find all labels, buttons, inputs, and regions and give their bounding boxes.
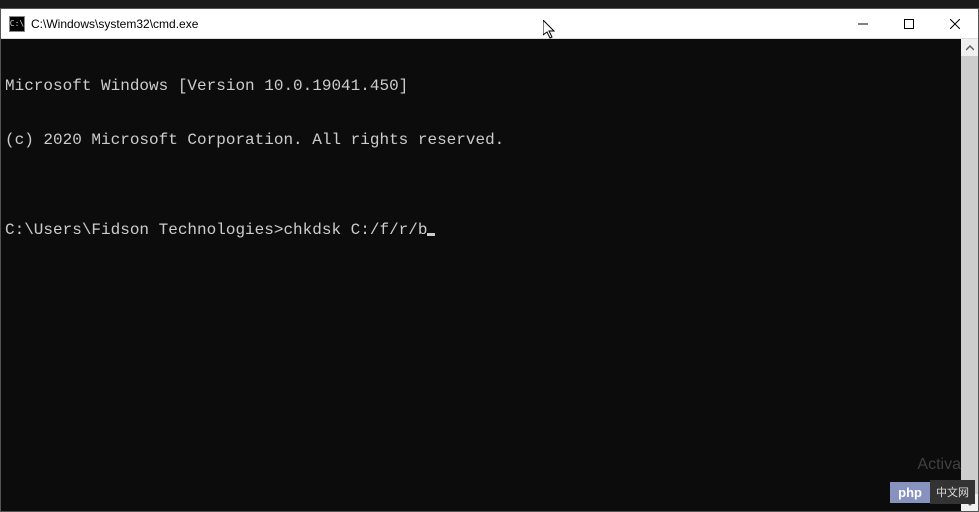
chevron-up-icon: [966, 44, 974, 52]
terminal-line: Microsoft Windows [Version 10.0.19041.45…: [5, 77, 957, 95]
prompt-line: C:\Users\Fidson Technologies>chkdsk C:/f…: [5, 221, 957, 239]
minimize-icon: [858, 19, 868, 29]
scroll-up-button[interactable]: [961, 39, 978, 56]
minimize-button[interactable]: [840, 9, 886, 38]
scroll-thumb[interactable]: [961, 56, 978, 494]
text-cursor: [427, 233, 435, 236]
terminal-line: (c) 2020 Microsoft Corporation. All righ…: [5, 131, 957, 149]
terminal-output[interactable]: Microsoft Windows [Version 10.0.19041.45…: [1, 39, 961, 511]
content-area: Microsoft Windows [Version 10.0.19041.45…: [1, 39, 978, 511]
window-controls: [840, 9, 978, 38]
scroll-track[interactable]: [961, 56, 978, 494]
close-icon: [950, 19, 960, 29]
php-watermark: php 中文网: [890, 480, 975, 504]
maximize-button[interactable]: [886, 9, 932, 38]
activate-windows-watermark: Activa: [917, 456, 961, 474]
close-button[interactable]: [932, 9, 978, 38]
titlebar[interactable]: C:\ C:\Windows\system32\cmd.exe: [1, 9, 978, 39]
prompt-text: C:\Users\Fidson Technologies>: [5, 221, 283, 239]
cmd-icon: C:\: [9, 16, 25, 32]
maximize-icon: [904, 19, 914, 29]
watermark-php-label: php: [890, 482, 930, 503]
cmd-window: C:\ C:\Windows\system32\cmd.exe Microsof…: [0, 8, 979, 512]
vertical-scrollbar[interactable]: [961, 39, 978, 511]
window-title: C:\Windows\system32\cmd.exe: [31, 17, 840, 31]
command-input[interactable]: chkdsk C:/f/r/b: [283, 221, 427, 239]
watermark-cn-label: 中文网: [930, 480, 975, 504]
